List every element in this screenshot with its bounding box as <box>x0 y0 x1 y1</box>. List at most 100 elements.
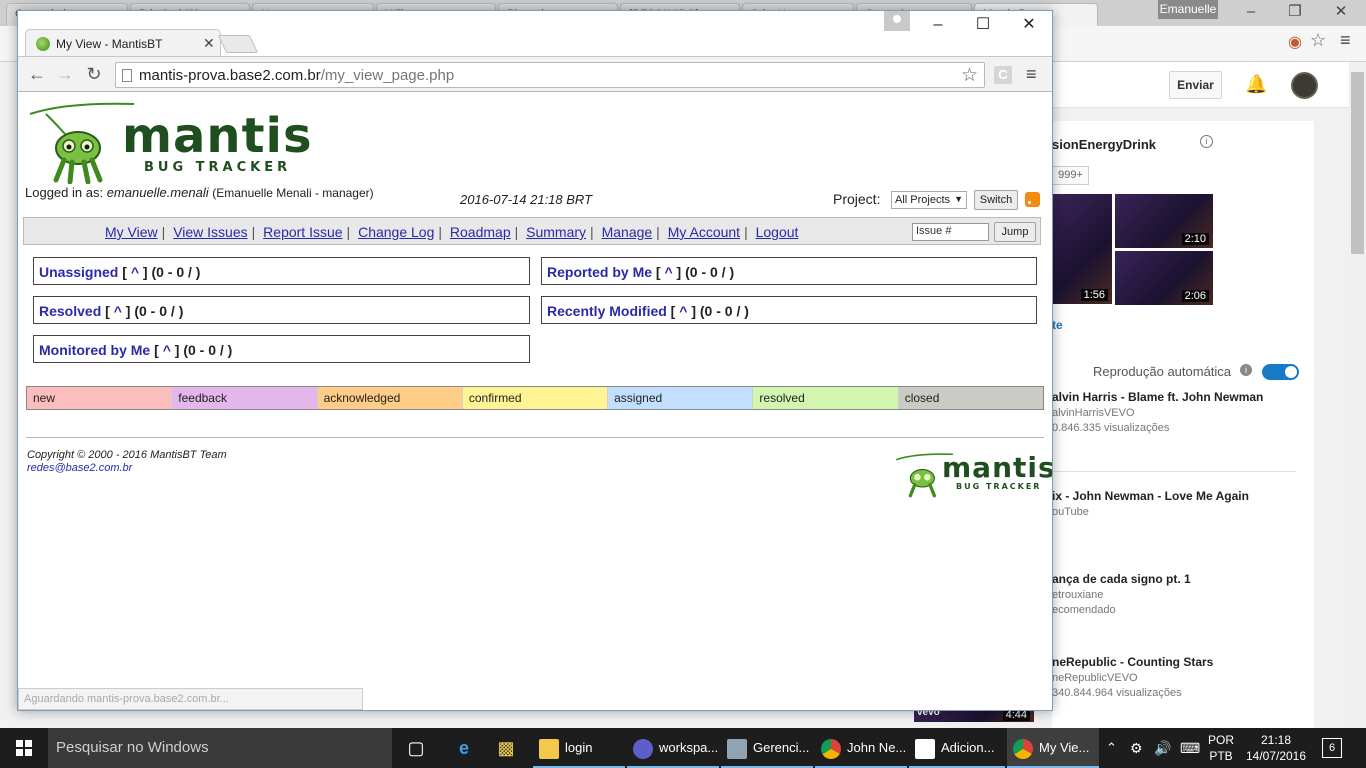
taskbar-clock[interactable]: 21:18 14/07/2016 <box>1241 732 1311 764</box>
menu-separator: | <box>346 224 351 240</box>
video-thumbnail[interactable]: 1:56 <box>1052 194 1112 304</box>
sticky-notes-icon[interactable]: ▩ <box>494 736 518 760</box>
bg-menu-icon[interactable]: ≡ <box>1340 30 1351 51</box>
avatar[interactable] <box>1291 72 1318 99</box>
address-bar[interactable]: mantis-prova.base2.com.br/my_view_page.p… <box>115 62 985 88</box>
taskbar-app-chrome-mantis[interactable]: My Vie... <box>1007 728 1099 768</box>
video-title[interactable]: alvin Harris - Blame ft. John Newman <box>1052 390 1302 404</box>
box-recently-modified: Recently Modified [ ^ ] (0 - 0 / ) <box>541 296 1037 324</box>
legend-confirmed: confirmed <box>462 387 609 409</box>
url-host: mantis-prova.base2.com.br <box>139 67 321 84</box>
bg-close-icon[interactable]: ✕ <box>1318 0 1364 26</box>
box-title[interactable]: Reported by Me <box>547 264 652 280</box>
project-select[interactable]: All Projects <box>891 191 967 209</box>
video-title[interactable]: ança de cada signo pt. 1 <box>1052 572 1302 586</box>
related-video[interactable]: ança de cada signo pt. 1 etrouxiane ecom… <box>1052 572 1302 616</box>
menu-report-issue[interactable]: Report Issue <box>263 224 342 240</box>
youtube-channel-count: 999+ <box>1052 166 1089 185</box>
box-title[interactable]: Resolved <box>39 303 101 319</box>
menu-view-issues[interactable]: View Issues <box>173 224 247 240</box>
language-indicator[interactable]: POR PTB <box>1206 732 1236 764</box>
tab-my-view[interactable]: My View - MantisBT ✕ <box>25 29 221 57</box>
related-video[interactable]: neRepublic - Counting Stars neRepublicVE… <box>1052 655 1302 699</box>
taskbar-app-login[interactable]: login <box>533 728 625 768</box>
url-text[interactable]: mantis-prova.base2.com.br/my_view_page.p… <box>139 67 454 84</box>
box-collapse-link[interactable]: ^ <box>131 264 139 280</box>
keyboard-icon[interactable]: ⌨ <box>1180 728 1200 768</box>
taskbar-app-chrome-youtube[interactable]: John Ne... <box>815 728 907 768</box>
edge-icon[interactable]: e <box>452 736 476 760</box>
network-icon[interactable]: ⚙ <box>1130 728 1143 768</box>
profile-icon[interactable] <box>884 11 910 31</box>
taskbar-app-gerenciador[interactable]: Gerenci... <box>721 728 813 768</box>
new-tab-button[interactable] <box>217 35 259 53</box>
related-video[interactable]: alvin Harris - Blame ft. John Newman alv… <box>1052 390 1302 434</box>
video-title[interactable]: neRepublic - Counting Stars <box>1052 655 1302 669</box>
task-view-icon[interactable]: ▢ <box>404 736 428 760</box>
menu-logout[interactable]: Logout <box>756 224 799 240</box>
bg-profile-name[interactable]: Emanuelle <box>1158 0 1218 19</box>
video-thumbnail[interactable]: 2:10 <box>1115 194 1213 248</box>
chrome-menu-icon[interactable]: ≡ <box>1026 64 1037 85</box>
bg-star-icon[interactable]: ☆ <box>1310 30 1326 51</box>
box-collapse-link[interactable]: ^ <box>664 264 672 280</box>
status-legend: new feedback acknowledged confirmed assi… <box>26 386 1044 410</box>
box-collapse-link[interactable]: ^ <box>163 342 171 358</box>
box-collapse-link[interactable]: ^ <box>114 303 122 319</box>
mantis-logo[interactable]: mantis BUG TRACKER <box>26 100 312 185</box>
menu-my-view[interactable]: My View <box>105 224 158 240</box>
video-thumbnail[interactable]: 2:06 <box>1115 251 1213 305</box>
menu-manage[interactable]: Manage <box>602 224 653 240</box>
issue-number-input[interactable]: Issue # <box>912 223 989 241</box>
bookmark-star-icon[interactable]: ☆ <box>961 64 978 87</box>
box-collapse-link[interactable]: ^ <box>679 303 687 319</box>
scrollbar-thumb[interactable] <box>1351 72 1364 254</box>
back-icon[interactable]: ← <box>26 63 48 85</box>
bg-extension-icon[interactable]: ◉ <box>1288 32 1302 52</box>
contact-email-link[interactable]: redes@base2.com.br <box>27 462 132 474</box>
autoplay-toggle[interactable] <box>1262 364 1299 380</box>
tab-close-icon[interactable]: ✕ <box>203 35 215 52</box>
close-icon[interactable]: ✕ <box>1007 13 1051 39</box>
menu-separator: | <box>514 224 519 240</box>
volume-icon[interactable]: 🔊 <box>1154 728 1171 768</box>
forward-icon[interactable]: → <box>54 63 76 85</box>
youtube-more-link[interactable]: te <box>1052 318 1063 332</box>
taskbar-search[interactable]: Pesquisar no Windows <box>48 728 392 768</box>
box-resolved: Resolved [ ^ ] (0 - 0 / ) <box>33 296 530 324</box>
jump-button[interactable]: Jump <box>994 222 1036 242</box>
video-title[interactable]: ix - John Newman - Love Me Again <box>1052 489 1302 503</box>
divider <box>26 437 1044 438</box>
maximize-icon[interactable]: ☐ <box>961 13 1005 39</box>
bg-restore-icon[interactable]: ❐ <box>1272 0 1318 26</box>
box-title[interactable]: Recently Modified <box>547 303 667 319</box>
rss-icon[interactable] <box>1025 192 1040 207</box>
youtube-send-button[interactable]: Enviar <box>1169 71 1222 99</box>
tray-chevron-icon[interactable]: ⌃ <box>1106 728 1117 768</box>
extension-icon[interactable]: C <box>994 66 1012 84</box>
notification-center-icon[interactable]: 6 <box>1322 738 1342 758</box>
info-icon[interactable]: i <box>1240 364 1252 376</box>
bell-icon[interactable]: 🔔 <box>1245 74 1267 95</box>
related-video[interactable]: ix - John Newman - Love Me Again ouTube <box>1052 489 1302 518</box>
minimize-icon[interactable]: – <box>916 13 960 39</box>
menu-my-account[interactable]: My Account <box>668 224 740 240</box>
windows-start-icon[interactable] <box>0 728 48 768</box>
info-icon[interactable]: i <box>1200 135 1213 148</box>
box-title[interactable]: Monitored by Me <box>39 342 150 358</box>
taskbar-app-photos[interactable]: Adicion... <box>909 728 1005 768</box>
menu-summary[interactable]: Summary <box>526 224 586 240</box>
youtube-channel-name[interactable]: sionEnergyDrink <box>1052 137 1156 152</box>
menu-roadmap[interactable]: Roadmap <box>450 224 511 240</box>
taskbar-app-label: My Vie... <box>1039 740 1090 755</box>
browser-toolbar: ← → ↻ mantis-prova.base2.com.br/my_view_… <box>18 56 1052 92</box>
bg-minimize-icon[interactable]: – <box>1228 0 1274 26</box>
taskbar-app-workspace[interactable]: workspa... <box>627 728 719 768</box>
legend-feedback: feedback <box>172 387 318 409</box>
box-title[interactable]: Unassigned <box>39 264 118 280</box>
logo-subtitle: BUG TRACKER <box>144 160 292 175</box>
menu-change-log[interactable]: Change Log <box>358 224 434 240</box>
reload-icon[interactable]: ↻ <box>83 63 105 85</box>
switch-button[interactable]: Switch <box>974 190 1018 210</box>
footer-mantis-logo[interactable]: mantis BUG TRACKER <box>894 448 1052 502</box>
